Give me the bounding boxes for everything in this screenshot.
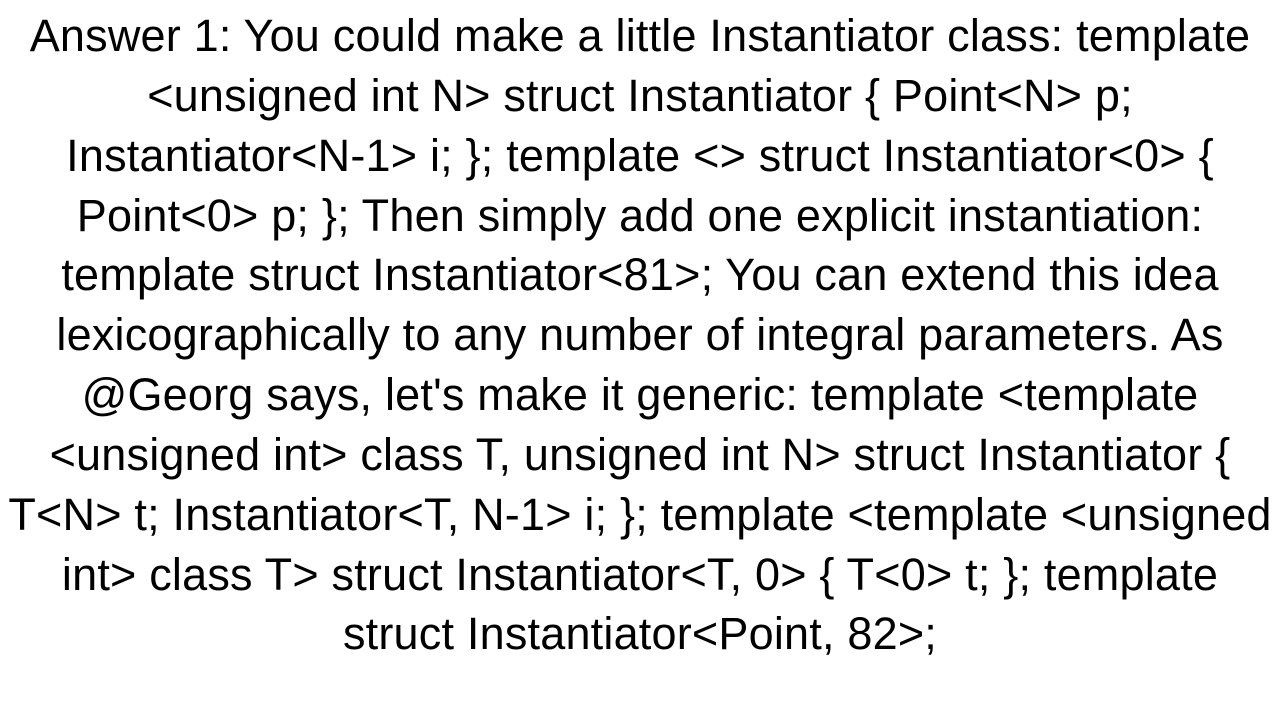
answer-heading: Answer 1: <box>30 10 232 61</box>
answer-block: Answer 1: You could make a little Instan… <box>0 0 1280 720</box>
answer-body: You could make a little Instantiator cla… <box>8 10 1271 659</box>
